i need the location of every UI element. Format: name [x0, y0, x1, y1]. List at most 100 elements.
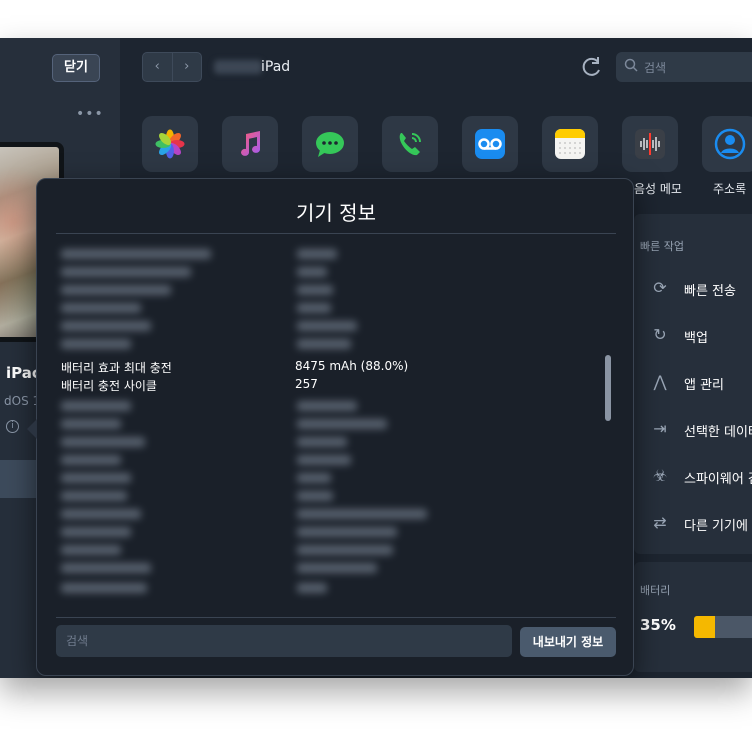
refresh-icon[interactable] — [578, 54, 604, 80]
quick-actions-panel: 빠른 작업 ⟳ 빠른 전송 ↻ 백업 ⋀ 앱 관리 ⇥ 선택한 데이터 ☣ 스파… — [634, 214, 752, 554]
quick-action-label: 선택한 데이터 — [684, 425, 752, 440]
quick-actions-title: 빠른 작업 — [640, 240, 684, 253]
redacted-row — [61, 267, 191, 277]
device-os-version: dOS 1 — [4, 394, 41, 408]
transfer-device-button[interactable]: ⇄ 다른 기기에 — [634, 503, 752, 543]
redacted-row — [297, 267, 327, 277]
app-label-contacts: 주소록 — [713, 182, 747, 196]
redacted-row — [61, 401, 131, 411]
redacted-row — [297, 527, 397, 537]
info-value: 257 — [295, 377, 318, 391]
battery-bar — [694, 616, 752, 638]
app-tile-messages[interactable] — [302, 116, 358, 172]
quick-action-label: 다른 기기에 — [684, 519, 748, 534]
export-data-button[interactable]: ⇥ 선택한 데이터 — [634, 409, 752, 449]
close-button[interactable]: 닫기 — [52, 54, 100, 82]
top-bar: ‹ › iPad 검색 — [120, 38, 752, 102]
backup-button[interactable]: ↻ 백업 — [634, 315, 752, 355]
search-icon — [624, 58, 638, 72]
redacted-row — [61, 527, 131, 537]
divider — [56, 233, 616, 234]
contacts-icon — [714, 128, 746, 160]
backup-icon: ↻ — [653, 325, 667, 344]
notes-icon — [555, 129, 585, 159]
app-tile-phone[interactable] — [382, 116, 438, 172]
redacted-row — [297, 419, 387, 429]
redacted-row — [297, 509, 427, 519]
redacted-row — [297, 437, 347, 447]
redacted-row — [61, 249, 211, 259]
device-info-dialog: 기기 정보 배터리 효과 최대 충전 8475 mAh (88.0%) 배터리 … — [27, 178, 634, 676]
redacted-row — [61, 321, 151, 331]
redacted-row — [61, 491, 127, 501]
redacted-row — [61, 473, 131, 483]
voicemail-icon — [475, 129, 505, 159]
redacted-row — [297, 249, 337, 259]
redacted-row — [297, 339, 351, 349]
redacted-row — [297, 303, 331, 313]
nav-buttons: ‹ › — [142, 52, 202, 82]
spyware-scan-button[interactable]: ☣ 스파이웨어 검 — [634, 456, 752, 496]
app-label-voice-memos: 음성 메모 — [634, 182, 682, 196]
redacted-row — [297, 563, 377, 573]
redacted-row — [297, 285, 333, 295]
battery-panel: 배터리 35% — [634, 562, 752, 672]
app-tile-photos[interactable] — [142, 116, 198, 172]
redacted-row — [61, 509, 141, 519]
device-title: iPad — [261, 59, 291, 75]
redacted-row — [297, 473, 331, 483]
redacted-row — [61, 339, 131, 349]
redacted-row — [61, 303, 141, 313]
redacted-row — [61, 419, 121, 429]
redacted-row — [61, 583, 147, 593]
redacted-owner-name — [214, 60, 262, 74]
back-button[interactable]: ‹ — [143, 53, 173, 81]
redacted-row — [61, 545, 121, 555]
quick-transfer-button[interactable]: ⟳ 빠른 전송 — [634, 268, 752, 308]
photos-icon — [155, 129, 185, 159]
app-tile-voicemail[interactable] — [462, 116, 518, 172]
redacted-row — [297, 455, 351, 465]
forward-button[interactable]: › — [173, 53, 202, 81]
search-field[interactable]: 검색 — [616, 52, 752, 82]
quick-action-label: 백업 — [684, 331, 708, 346]
voice-memos-icon — [635, 129, 665, 159]
info-icon[interactable]: i — [6, 420, 19, 433]
scrollbar-thumb[interactable] — [605, 355, 611, 421]
popover-pointer — [27, 419, 37, 439]
divider — [56, 617, 616, 618]
redacted-row — [297, 491, 333, 501]
quick-transfer-icon: ⟳ — [653, 278, 667, 297]
app-tile-music[interactable] — [222, 116, 278, 172]
battery-fill — [694, 616, 715, 638]
music-icon — [241, 131, 261, 156]
redacted-row — [297, 545, 393, 555]
redacted-row — [297, 321, 357, 331]
app-manage-button[interactable]: ⋀ 앱 관리 — [634, 362, 752, 402]
dialog-search-input[interactable]: 검색 — [56, 625, 512, 657]
quick-action-label: 스파이웨어 검 — [684, 472, 752, 487]
transfer-device-icon: ⇄ — [653, 513, 667, 532]
quick-action-label: 빠른 전송 — [684, 284, 736, 299]
phone-icon — [399, 133, 421, 156]
info-key: 배터리 충전 사이클 — [61, 379, 157, 393]
info-key: 배터리 효과 최대 충전 — [61, 361, 172, 375]
redacted-row — [297, 583, 327, 593]
sidebar-selected-item[interactable] — [0, 460, 40, 498]
app-tile-contacts[interactable] — [702, 116, 752, 172]
quick-action-label: 앱 관리 — [684, 378, 725, 393]
export-info-button[interactable]: 내보내기 정보 — [520, 627, 616, 657]
more-icon[interactable]: ••• — [76, 106, 104, 122]
redacted-row — [61, 285, 171, 295]
battery-percent: 35% — [640, 616, 676, 634]
messages-icon — [316, 132, 344, 157]
battery-title: 배터리 — [640, 584, 671, 597]
app-tile-voice-memos[interactable] — [622, 116, 678, 172]
app-window: 닫기 ••• iPac dOS 1 i ‹ › iPad 검색 음성 메모 주소… — [0, 38, 752, 678]
redacted-row — [297, 401, 357, 411]
redacted-row — [61, 437, 145, 447]
redacted-row — [61, 563, 151, 573]
app-tile-notes[interactable] — [542, 116, 598, 172]
export-data-icon: ⇥ — [653, 419, 667, 438]
info-value: 8475 mAh (88.0%) — [295, 359, 409, 373]
